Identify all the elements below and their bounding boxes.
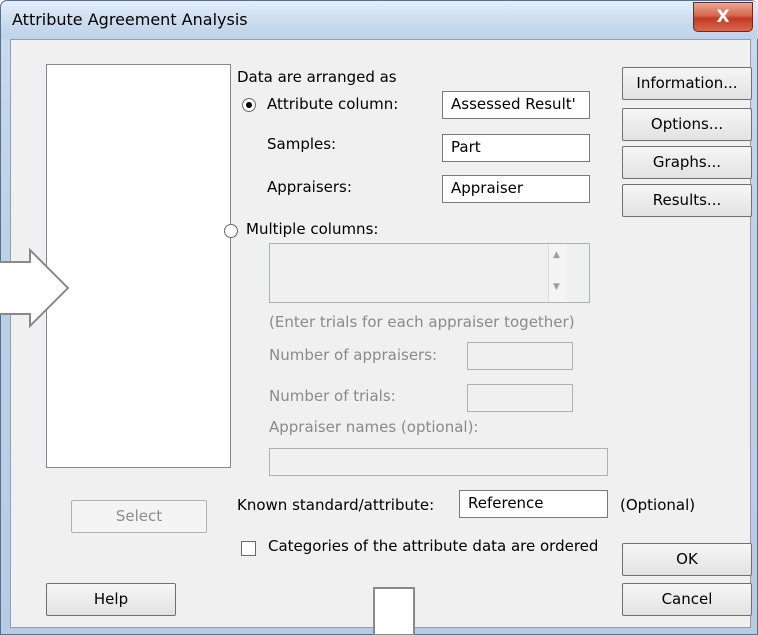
- attribute-column-label: Attribute column:: [267, 95, 399, 113]
- multiple-columns-label: Multiple columns:: [246, 220, 379, 238]
- dialog-body: Data are arranged as Attribute column: A…: [10, 39, 752, 628]
- cancel-button[interactable]: Cancel: [622, 583, 752, 616]
- num-appraisers-label: Number of appraisers:: [269, 346, 438, 364]
- num-trials-label: Number of trials:: [269, 387, 396, 405]
- help-button[interactable]: Help: [46, 583, 176, 616]
- optional-note: (Optional): [620, 496, 696, 514]
- multiple-columns-hint: (Enter trials for each appraiser togethe…: [269, 313, 575, 331]
- samples-label: Samples:: [267, 135, 337, 153]
- ordered-checkbox-label: Categories of the attribute data are ord…: [268, 537, 599, 555]
- textarea-scrollbar[interactable]: ▲ ▼: [548, 244, 566, 302]
- graphs-button[interactable]: Graphs...: [622, 146, 752, 179]
- multiple-columns-textarea[interactable]: ▲ ▼: [269, 243, 590, 303]
- appraiser-names-field[interactable]: [269, 448, 608, 476]
- known-standard-field[interactable]: Reference: [459, 490, 608, 518]
- variables-listbox[interactable]: [46, 64, 231, 468]
- close-icon: X: [716, 7, 730, 27]
- close-button[interactable]: X: [693, 2, 753, 32]
- scroll-down-icon[interactable]: ▼: [553, 282, 560, 292]
- samples-field[interactable]: Part: [442, 134, 590, 162]
- select-button[interactable]: Select: [71, 500, 207, 533]
- dialog-window: Attribute Agreement Analysis X Data are …: [0, 0, 758, 635]
- information-button[interactable]: Information...: [622, 67, 752, 100]
- known-standard-label: Known standard/attribute:: [237, 496, 435, 514]
- attribute-column-radio[interactable]: [242, 98, 256, 112]
- num-trials-field[interactable]: [467, 384, 573, 412]
- ok-button[interactable]: OK: [622, 543, 752, 576]
- scroll-up-icon[interactable]: ▲: [553, 250, 560, 260]
- multiple-columns-radio[interactable]: [224, 224, 238, 238]
- data-arranged-heading: Data are arranged as: [237, 68, 397, 86]
- appraiser-names-label: Appraiser names (optional):: [269, 418, 479, 436]
- ordered-checkbox[interactable]: [241, 541, 256, 556]
- results-button[interactable]: Results...: [622, 184, 752, 217]
- title-bar: Attribute Agreement Analysis X: [1, 1, 758, 39]
- options-button[interactable]: Options...: [622, 108, 752, 141]
- appraisers-field[interactable]: Appraiser: [442, 175, 590, 203]
- window-title: Attribute Agreement Analysis: [12, 10, 248, 29]
- appraisers-label: Appraisers:: [267, 178, 352, 196]
- num-appraisers-field[interactable]: [467, 342, 573, 370]
- attribute-column-field[interactable]: Assessed Result': [442, 91, 590, 119]
